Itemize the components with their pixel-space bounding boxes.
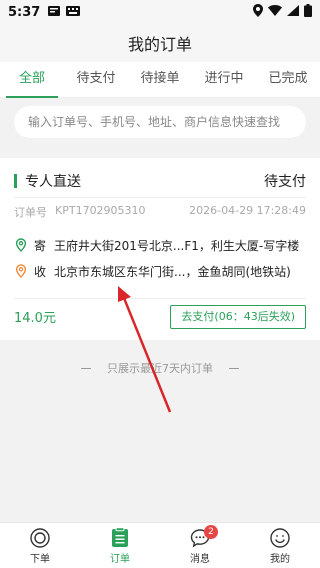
place-order-icon (30, 527, 50, 548)
pay-button[interactable]: 去支付(06：43后失效) (170, 304, 306, 329)
notification-icon (48, 5, 61, 19)
profile-icon (270, 527, 290, 548)
tab-in-progress[interactable]: 进行中 (192, 62, 256, 97)
order-datetime: 2026-04-29 17:28:49 (189, 204, 306, 217)
page-header: 我的订单 (0, 24, 320, 62)
status-time: 5:37 (8, 4, 41, 20)
sender-pin-icon (14, 238, 28, 253)
recent-orders-notice: 只展示最近7天内订单 (0, 358, 320, 378)
nav-orders[interactable]: 订单 (80, 523, 160, 568)
tab-pending-payment[interactable]: 待支付 (64, 62, 128, 97)
receiver-address-row: 收 北京市东城区东华门街...，金鱼胡同(地铁站) (14, 262, 306, 280)
nav-profile[interactable]: 我的 (240, 523, 320, 568)
accent-bar (14, 173, 17, 188)
notice-dash-left (81, 367, 91, 369)
search-area (0, 98, 320, 152)
order-card-footer: 14.0元 去支付(06：43后失效) (14, 298, 306, 334)
status-right-group (253, 4, 312, 20)
page-title: 我的订单 (127, 35, 192, 54)
nav-label: 消息 (190, 553, 210, 565)
order-status: 待支付 (264, 173, 306, 190)
sender-address-row: 寄 王府井大街201号北京...F1，利生大厦-写字楼 (14, 236, 306, 254)
tab-all[interactable]: 全部 (0, 62, 64, 98)
receiver-pin-icon (14, 264, 28, 279)
order-price: 14.0元 (14, 311, 56, 326)
receiver-address: 北京市东城区东华门街...，金鱼胡同(地铁站) (54, 264, 291, 279)
order-number: KPT1702905310 (55, 204, 146, 217)
notice-text: 只展示最近7天内订单 (107, 362, 213, 375)
order-type: 专人直送 (25, 173, 81, 190)
order-tabs: 全部 待支付 待接单 进行中 已完成 (0, 62, 320, 98)
keyboard-icon (66, 5, 81, 19)
receiver-tag: 收 (34, 264, 47, 279)
nav-label: 订单 (110, 553, 130, 565)
battery-icon (304, 4, 312, 20)
bottom-navigation: 下单 订单 2 消息 我的 (0, 522, 320, 568)
signal-icon (287, 5, 299, 19)
nav-label: 我的 (270, 553, 290, 565)
order-card[interactable]: 专人直送 待支付 订单号 KPT1702905310 2026-04-29 17… (0, 158, 320, 340)
order-number-label: 订单号 (14, 206, 47, 219)
message-badge: 2 (204, 525, 218, 539)
tab-completed[interactable]: 已完成 (256, 62, 320, 97)
orders-page: 5:37 我的订单 全部 待支付 待接单 进行中 已完成 输入订单号、手机号、地… (0, 0, 320, 568)
notice-dash-right (229, 367, 239, 369)
wifi-icon (268, 5, 282, 19)
nav-messages[interactable]: 2 消息 (160, 523, 240, 568)
sender-tag: 寄 (34, 238, 47, 253)
location-icon (253, 4, 263, 20)
nav-place-order[interactable]: 下单 (0, 523, 80, 568)
order-meta: 订单号 KPT1702905310 2026-04-29 17:28:49 (14, 204, 306, 220)
order-card-header: 专人直送 待支付 (14, 164, 306, 198)
tab-pending-accept[interactable]: 待接单 (128, 62, 192, 97)
status-bar: 5:37 (0, 0, 320, 24)
search-input[interactable] (14, 106, 306, 138)
nav-label: 下单 (30, 553, 50, 565)
sender-address: 王府井大街201号北京...F1，利生大厦-写字楼 (54, 238, 300, 253)
orders-icon (112, 526, 128, 547)
